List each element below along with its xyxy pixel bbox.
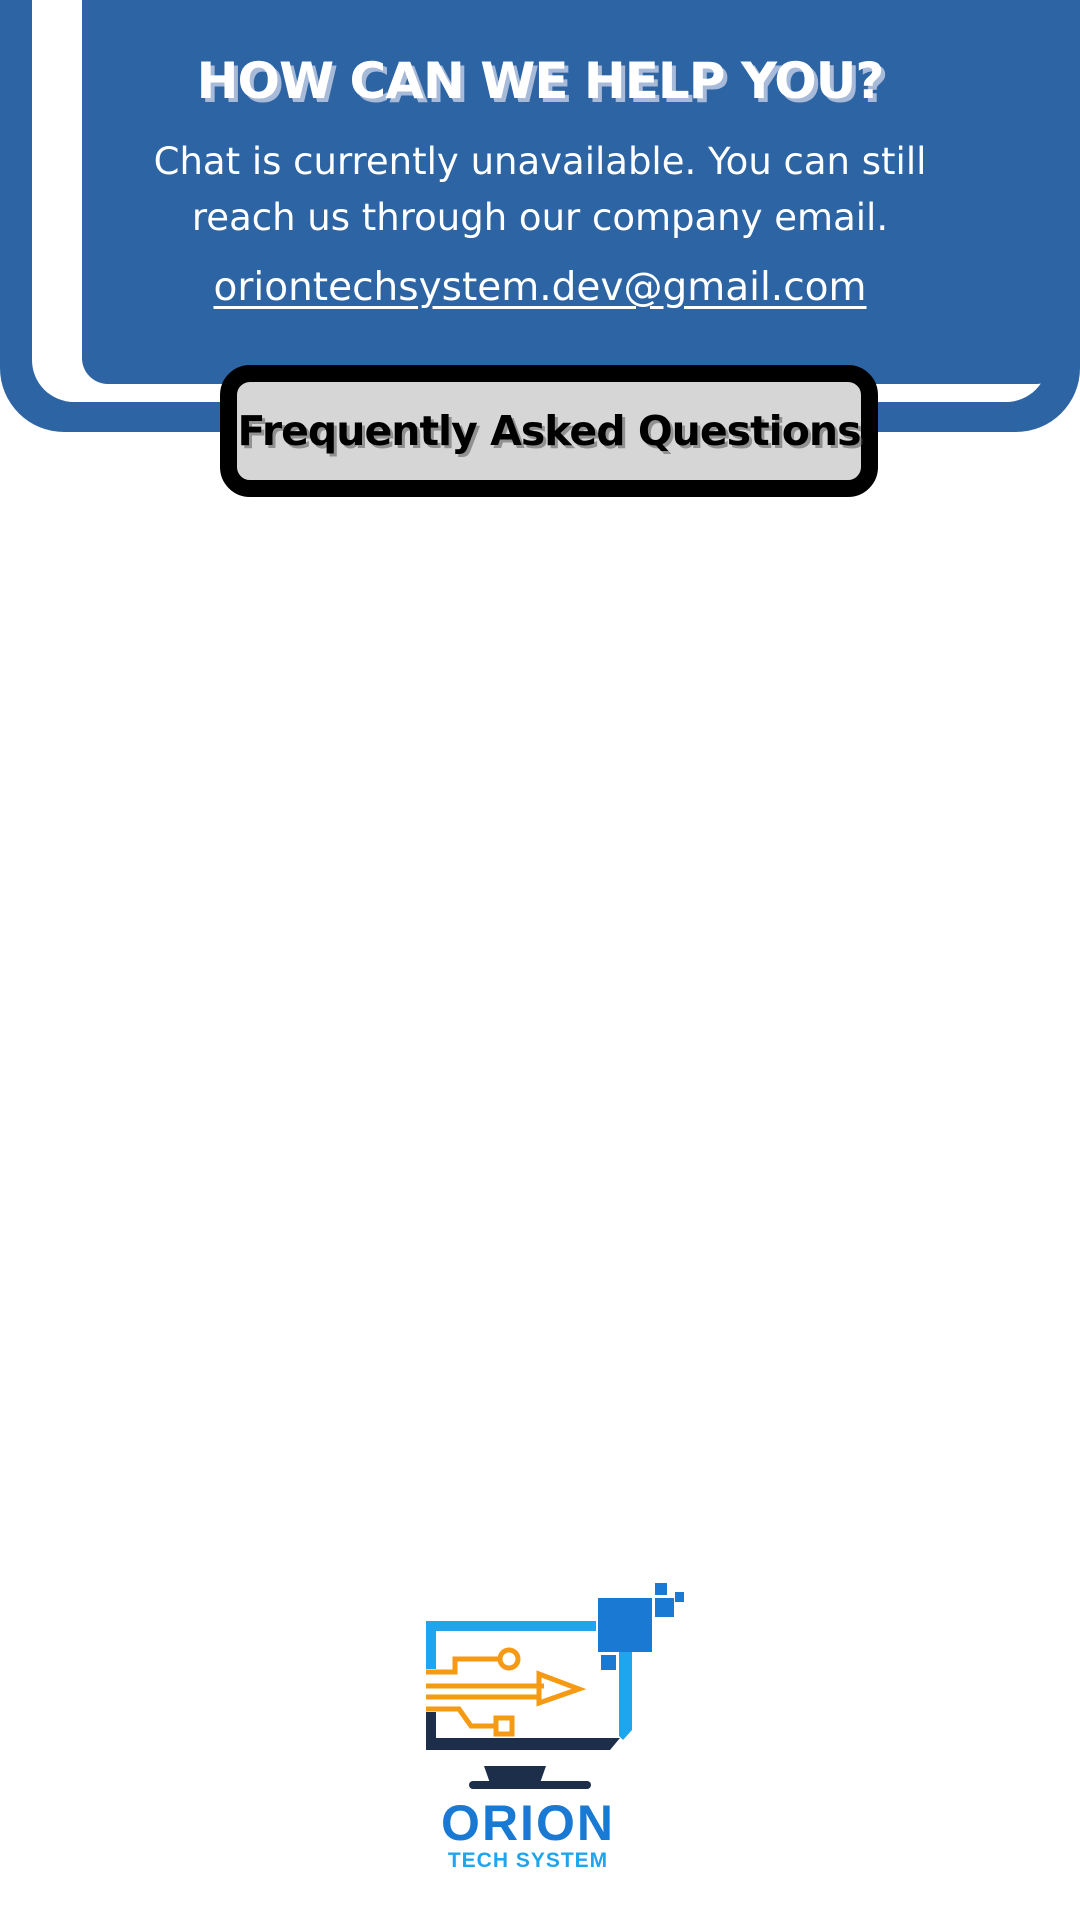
logo-wordmark: ORION: [441, 1795, 615, 1851]
monitor-circuit-icon: [426, 1583, 684, 1789]
help-title: HOW CAN WE HELP YOU?: [196, 52, 885, 110]
page: HOW CAN WE HELP YOU? Chat is currently u…: [0, 0, 1080, 1920]
help-message: Chat is currently unavailable. You can s…: [153, 140, 927, 239]
faq-button-label: Frequently Asked Questions: [237, 407, 862, 455]
orion-logo: ORION TECH SYSTEM: [414, 1580, 684, 1872]
support-email-link[interactable]: oriontechsystem.dev@gmail.com: [110, 265, 970, 310]
logo-tagline: TECH SYSTEM: [447, 1849, 609, 1872]
faq-button[interactable]: Frequently Asked Questions: [220, 365, 878, 497]
